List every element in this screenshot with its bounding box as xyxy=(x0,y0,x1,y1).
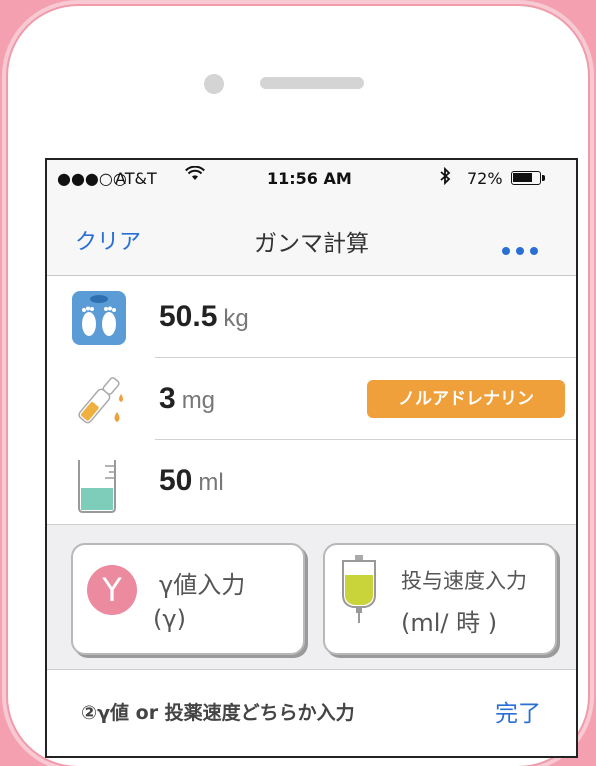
more-icon[interactable] xyxy=(502,240,544,259)
page-title: ガンマ計算 xyxy=(254,231,369,257)
rate-input-unit: (ml/ 時 ) xyxy=(401,609,498,637)
wifi-icon xyxy=(185,165,205,187)
iv-bag-icon xyxy=(339,555,379,625)
weight-value: 50.5 kg xyxy=(159,300,249,334)
input-hint: ②γ値 or 投薬速度どちらか入力 xyxy=(81,702,355,724)
input-toolbar: ②γ値 or 投薬速度どちらか入力 完了 xyxy=(47,670,576,756)
drug-amount-unit: mg xyxy=(181,387,216,414)
rate-input-label: 投与速度入力 xyxy=(401,569,527,593)
status-bar: ●●●○○ AT&T 11:56 AM 72% xyxy=(47,160,576,196)
beaker-icon xyxy=(69,454,129,513)
speaker-grille xyxy=(260,77,364,89)
drug-amount-number: 3 xyxy=(159,382,176,415)
gamma-input-label: γ値入力 xyxy=(159,571,246,599)
camera xyxy=(204,74,224,94)
battery-percent: 72% xyxy=(467,169,503,188)
volume-row[interactable]: 50 ml xyxy=(47,440,576,522)
bluetooth-icon xyxy=(439,166,451,190)
carrier-name: AT&T xyxy=(115,169,157,188)
gamma-input-button[interactable]: Y γ値入力 (γ) xyxy=(71,543,305,655)
weight-unit: kg xyxy=(223,305,249,332)
ampoule-icon xyxy=(69,372,129,428)
scale-icon xyxy=(69,290,129,346)
mode-selection-area: Y γ値入力 (γ) 投与速度入力 (ml/ 時 ) xyxy=(47,524,576,670)
clock: 11:56 AM xyxy=(267,169,352,188)
rate-input-button[interactable]: 投与速度入力 (ml/ 時 ) xyxy=(323,543,557,655)
volume-value: 50 ml xyxy=(159,464,224,498)
drug-amount-value: 3 mg xyxy=(159,382,215,416)
gamma-input-unit: (γ) xyxy=(153,605,186,633)
navigation-bar: クリア ガンマ計算 xyxy=(47,196,576,276)
volume-number: 50 xyxy=(159,464,193,497)
volume-unit: ml xyxy=(198,469,224,496)
battery-icon xyxy=(511,171,545,185)
done-button[interactable]: 完了 xyxy=(495,694,541,728)
gamma-icon: Y xyxy=(87,565,137,615)
weight-number: 50.5 xyxy=(159,300,218,333)
app-screen: ●●●○○ AT&T 11:56 AM 72% クリア ガンマ計算 50.5 k… xyxy=(45,158,578,758)
phone-frame: ●●●○○ AT&T 11:56 AM 72% クリア ガンマ計算 50.5 k… xyxy=(8,6,588,766)
drug-name-badge[interactable]: ノルアドレナリン xyxy=(367,380,565,418)
weight-row[interactable]: 50.5 kg xyxy=(47,276,576,358)
drug-row[interactable]: 3 mg ノルアドレナリン xyxy=(47,358,576,440)
